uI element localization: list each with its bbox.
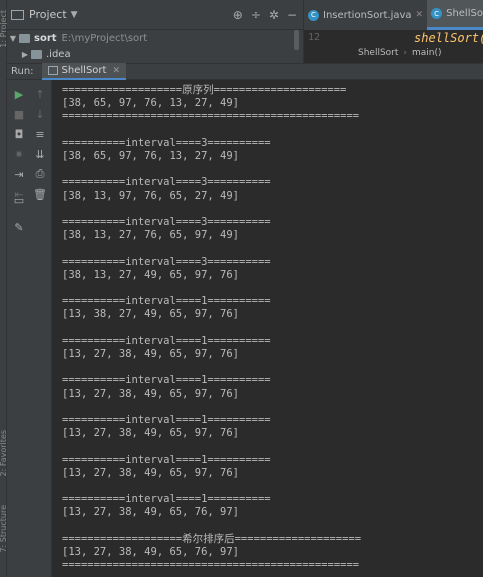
console-line: ==========interval====3========== <box>62 136 271 149</box>
console-line: [38, 65, 97, 76, 13, 27, 49] <box>62 150 240 162</box>
console-line: ==========interval====3========== <box>62 216 271 228</box>
chevron-down-icon[interactable]: ▼ <box>71 10 78 20</box>
tree-item-path: E:\myProject\sort <box>61 32 148 44</box>
console-line: ==========interval====3========== <box>62 176 271 189</box>
breadcrumb-class[interactable]: ShellSort <box>358 48 398 58</box>
console-line: ===================原序列==================… <box>62 84 347 96</box>
run-toolbar: ▶ ↑ ■ ↓ ◘ ≡ ✷ ⇊ ⇥ ⎙ ⇤ 🗑 ▭ ✎ <box>7 80 52 577</box>
pin-icon[interactable]: ✎ <box>12 220 26 234</box>
console-line: ==========interval====1========== <box>62 374 271 387</box>
run-config-icon <box>47 66 58 75</box>
gear-icon[interactable]: ✲ <box>269 8 279 22</box>
tab-label: InsertionSort.java <box>323 9 412 21</box>
up-arrow-icon[interactable]: ↑ <box>33 87 47 101</box>
console-line: [13, 27, 38, 49, 65, 76, 97] <box>62 506 240 519</box>
project-header: Project ▼ ⊕ ÷ ✲ − <box>7 0 303 30</box>
left-tool-strip: 1: Project 2: Favorites 7: Structure <box>0 0 8 577</box>
close-icon[interactable]: ✕ <box>112 66 120 76</box>
down-arrow-icon[interactable]: ↓ <box>33 107 47 121</box>
console-line: ========================================… <box>62 559 360 572</box>
console-line: [13, 27, 38, 49, 65, 97, 76] <box>62 348 240 360</box>
console-line: ==========interval====1========== <box>62 414 271 426</box>
module-folder-icon <box>19 33 30 43</box>
editor-tabs: C InsertionSort.java ✕ C ShellSort <box>304 0 483 30</box>
console-line: ========================================… <box>62 110 360 123</box>
tab-shell-sort[interactable]: C ShellSort <box>427 0 483 30</box>
console-line: [13, 27, 38, 49, 65, 76, 97] <box>62 546 240 558</box>
tab-label: ShellSort <box>446 8 483 19</box>
class-icon: C <box>431 8 443 19</box>
collapsed-arrow-icon[interactable]: ▶ <box>19 50 31 59</box>
tree-item-idea[interactable]: ▶ .idea <box>7 46 303 62</box>
run-tab-label: ShellSort <box>61 65 107 76</box>
console-line: [13, 38, 27, 49, 65, 97, 76] <box>62 308 240 321</box>
project-title[interactable]: Project <box>29 8 67 21</box>
run-label: Run: <box>11 66 34 77</box>
console-line: ===================希尔排序后================… <box>62 532 362 545</box>
project-tools: ⊕ ÷ ✲ − <box>233 8 303 22</box>
console-line: ==========interval====1========== <box>62 295 271 308</box>
editor: C InsertionSort.java ✕ C ShellSort 12 sh… <box>303 0 483 63</box>
hide-icon[interactable]: − <box>287 8 297 22</box>
project-folder-icon <box>11 9 24 20</box>
collapse-icon[interactable]: ÷ <box>251 8 261 22</box>
console-line: [38, 13, 27, 49, 65, 97, 76] <box>62 268 240 281</box>
console-line: [38, 13, 97, 76, 65, 27, 49] <box>62 189 240 202</box>
soft-wrap-icon[interactable]: ≡ <box>33 127 47 141</box>
run-tab-shell-sort[interactable]: ShellSort ✕ <box>41 63 126 80</box>
tree-item-label: sort <box>34 32 57 44</box>
run-bar: Run: ShellSort ✕ <box>7 63 483 80</box>
breadcrumb-method[interactable]: main() <box>412 48 442 58</box>
console-line: ==========interval====1========== <box>62 334 271 347</box>
console-line: [13, 27, 38, 49, 65, 97, 76] <box>62 387 240 400</box>
expanded-arrow-icon[interactable]: ▼ <box>7 34 19 43</box>
layout-icon[interactable]: ▭ <box>12 193 26 207</box>
rerun-icon[interactable]: ▶ <box>12 87 26 101</box>
project-pane: Project ▼ ⊕ ÷ ✲ − ▼ sort E:\myProject\so… <box>7 0 303 63</box>
breadcrumb: ShellSort › main() <box>304 44 483 62</box>
debug-icon[interactable]: ✷ <box>12 147 26 161</box>
locate-icon[interactable]: ⊕ <box>233 8 243 22</box>
tab-insertion-sort[interactable]: C InsertionSort.java ✕ <box>304 0 427 30</box>
print-icon[interactable]: ⎙ <box>33 167 47 181</box>
console-line: ==========interval====1========== <box>62 453 271 466</box>
console-line: [38, 13, 27, 76, 65, 97, 49] <box>62 229 240 242</box>
console-line: [38, 65, 97, 76, 13, 27, 49] <box>62 97 240 110</box>
project-scrollbar[interactable] <box>294 30 299 50</box>
stop-icon[interactable]: ■ <box>12 107 26 121</box>
scroll-to-end-icon[interactable]: ⇊ <box>33 147 47 161</box>
console-line: [13, 27, 38, 49, 65, 97, 76] <box>62 466 240 479</box>
console-line: [13, 27, 38, 49, 65, 97, 76] <box>62 427 240 440</box>
console-line: ==========interval====3========== <box>62 255 271 268</box>
folder-icon <box>31 49 42 59</box>
chevron-right-icon: › <box>403 48 408 58</box>
class-icon: C <box>308 9 319 21</box>
close-icon[interactable]: ✕ <box>416 10 424 20</box>
camera-icon[interactable]: ◘ <box>12 127 26 141</box>
tree-item-sort[interactable]: ▼ sort E:\myProject\sort <box>7 30 303 46</box>
console-output[interactable]: ===================原序列==================… <box>52 80 483 577</box>
tree-item-label: .idea <box>46 48 71 60</box>
console-line: ==========interval====1========== <box>62 493 271 506</box>
restore-layout-icon[interactable]: ⇥ <box>12 167 26 181</box>
trash-icon[interactable]: 🗑 <box>33 187 47 201</box>
